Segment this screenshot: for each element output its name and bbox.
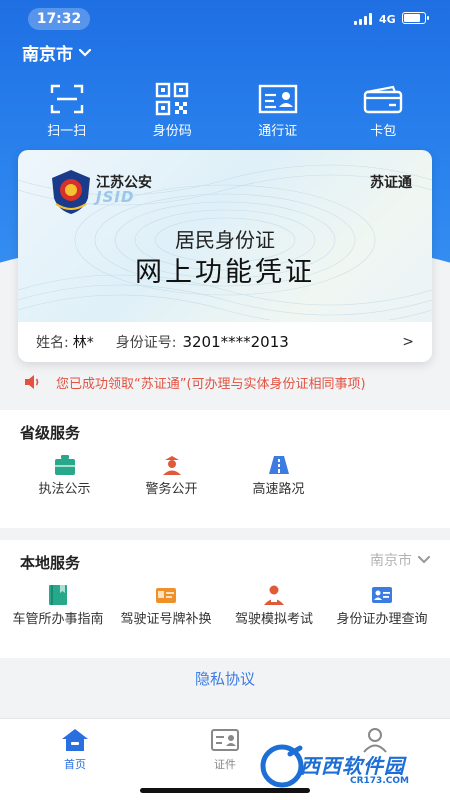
- driver-exam-icon: [264, 585, 284, 605]
- card-title-line2: 网上功能凭证: [135, 257, 315, 288]
- tab-certificates-label: 证件: [214, 758, 236, 771]
- home-icon: [62, 729, 88, 751]
- identity-code-label: 身份码: [152, 124, 192, 139]
- watermark-text: 西西软件园: [300, 754, 405, 778]
- local-city-name: 南京市: [370, 553, 412, 569]
- local-services-title: 本地服务: [20, 554, 81, 572]
- notice-bar: 您已成功领取“苏证通”(可办理与实体身份证相同事项): [0, 368, 450, 396]
- watermark-logo-icon: [260, 744, 304, 788]
- license-replacement-button[interactable]: 驾驶证号牌补换: [112, 584, 220, 628]
- police-emblem-icon: [52, 170, 90, 214]
- tab-home[interactable]: 首页: [0, 719, 150, 800]
- privacy-policy-link[interactable]: 隐私协议: [0, 668, 450, 698]
- vehicle-office-guide-button[interactable]: 车管所办事指南: [4, 584, 112, 628]
- vehicle-office-guide-label: 车管所办事指南: [12, 612, 104, 627]
- name-value: 林*: [72, 335, 94, 351]
- id-number-value: 3201****2013: [182, 333, 289, 351]
- police-affairs-label: 警务公开: [145, 482, 198, 497]
- driving-exam-button[interactable]: 驾驶模拟考试: [220, 584, 328, 628]
- pass-card-icon: [258, 82, 298, 116]
- city-selector[interactable]: 南京市: [22, 40, 91, 65]
- battery-icon: [402, 12, 429, 24]
- id-card[interactable]: 江苏公安 JSID 苏证通 居民身份证 网上功能凭证 姓名: 林* 身份证号: …: [18, 150, 432, 362]
- pass-button[interactable]: 通行证: [238, 82, 318, 142]
- provincial-services-grid: 执法公示 警务公开 高速路况: [0, 454, 450, 498]
- wallet-icon: [363, 82, 403, 116]
- battery-fill: [404, 14, 421, 22]
- issuer-subtitle: JSID: [96, 188, 135, 206]
- local-services-grid: 车管所办事指南 驾驶证号牌补换 驾驶模拟考试 身份证办理查询: [4, 584, 450, 628]
- chevron-right-icon: >: [402, 334, 414, 350]
- id-card-query-label: 身份证办理查询: [336, 612, 428, 627]
- pass-label: 通行证: [258, 124, 298, 139]
- name-label: 姓名:: [36, 335, 69, 351]
- notice-text: 您已成功领取“苏证通”(可办理与实体身份证相同事项): [56, 376, 366, 392]
- id-query-icon: [372, 587, 392, 603]
- briefcase-icon: [54, 455, 75, 475]
- watermark: 西西软件园 CR173.COM: [250, 740, 450, 792]
- id-number-label: 身份证号:: [115, 335, 177, 351]
- watermark-site: CR173.COM: [350, 776, 409, 786]
- status-bar: 17:32 4G: [0, 0, 450, 36]
- highway-status-label: 高速路况: [252, 482, 305, 497]
- wallet-label: 卡包: [370, 124, 397, 139]
- card-holder-row[interactable]: 姓名: 林* 身份证号: 3201****2013 >: [18, 322, 432, 362]
- speaker-icon: [25, 375, 39, 389]
- city-name: 南京市: [22, 45, 73, 65]
- scan-icon: [47, 82, 87, 116]
- id-card-query-button[interactable]: 身份证办理查询: [328, 584, 436, 628]
- highway-status-button[interactable]: 高速路况: [226, 454, 331, 498]
- local-city-selector[interactable]: 南京市: [370, 550, 430, 570]
- chevron-down-icon: [418, 556, 430, 564]
- scan-button[interactable]: 扫一扫: [27, 82, 107, 142]
- certificate-icon: [211, 729, 239, 751]
- cellular-signal-icon: [354, 13, 374, 25]
- law-enforcement-button[interactable]: 执法公示: [12, 454, 117, 498]
- license-card-icon: [156, 588, 176, 603]
- brand-label: 苏证通: [370, 175, 412, 191]
- guide-book-icon: [49, 585, 67, 605]
- qr-code-icon: [152, 82, 192, 116]
- chevron-down-icon: [79, 48, 91, 57]
- identity-code-button[interactable]: 身份码: [132, 82, 212, 142]
- tab-home-label: 首页: [64, 758, 86, 771]
- network-type: 4G: [379, 13, 396, 26]
- police-affairs-button[interactable]: 警务公开: [119, 454, 224, 498]
- quick-actions: 扫一扫 身份码 通行证 卡包: [0, 82, 450, 142]
- license-replacement-label: 驾驶证号牌补换: [120, 612, 212, 627]
- home-indicator: [140, 788, 310, 793]
- card-title-line1: 居民身份证: [175, 228, 275, 252]
- police-officer-icon: [162, 456, 181, 475]
- wallet-button[interactable]: 卡包: [343, 82, 423, 142]
- provincial-services-panel: 省级服务 执法公示 警务公开 高速路况: [0, 410, 450, 528]
- law-enforcement-label: 执法公示: [38, 482, 91, 497]
- local-services-panel: 本地服务 南京市 车管所办事指南 驾驶证号牌补换 驾驶模拟考试 身份证办理查询: [0, 540, 450, 658]
- status-time: 17:32: [28, 8, 90, 30]
- highway-icon: [268, 456, 289, 474]
- scan-label: 扫一扫: [47, 124, 87, 139]
- driving-exam-label: 驾驶模拟考试: [234, 612, 313, 627]
- provincial-services-title: 省级服务: [20, 424, 81, 442]
